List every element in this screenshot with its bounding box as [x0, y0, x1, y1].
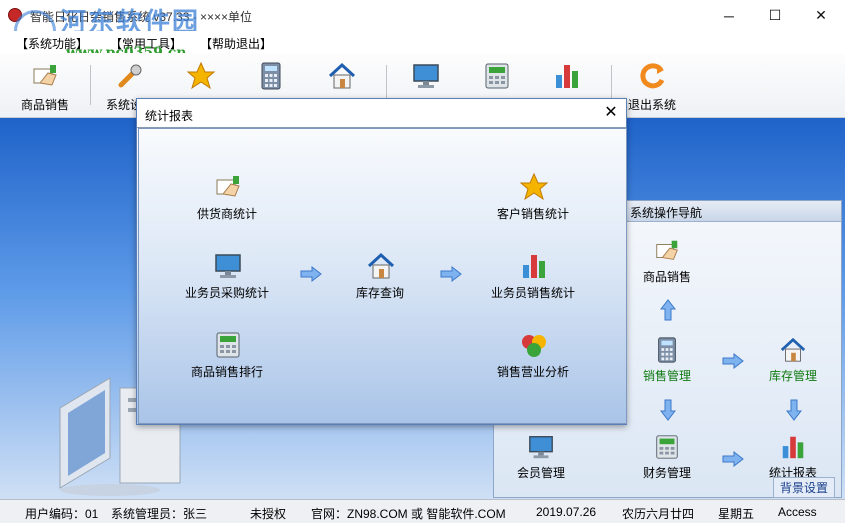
nav-item-label: 库存管理 — [768, 369, 817, 383]
house-icon — [366, 251, 396, 281]
report-label: 商品销售排行 — [190, 365, 263, 379]
arrow-up-icon — [660, 299, 676, 321]
arrow-down-icon — [660, 399, 676, 421]
report-label: 供货商统计 — [196, 207, 257, 221]
nav-item-label: 财务管理 — [642, 466, 691, 480]
status-bar: 用户编码：01 系统管理员：张三 未授权 官网：ZN98.COM 或 智能软件.… — [0, 499, 845, 523]
monitor-icon — [213, 251, 243, 281]
toolbar-sales-button[interactable]: 商品销售 — [15, 53, 75, 115]
arrow-right-icon — [722, 353, 744, 369]
arrow-right-icon — [440, 266, 462, 282]
hand-paper-icon — [213, 172, 243, 202]
maximize-button[interactable]: ☐ — [752, 0, 798, 31]
dialog-close-button[interactable]: ✕ — [600, 102, 622, 124]
status-website: 官网：ZN98.COM 或 智能软件.COM — [311, 507, 506, 521]
arrow-right-icon — [300, 266, 322, 282]
status-weekday: 星期五 — [718, 507, 755, 521]
menu-help-exit[interactable]: 【帮助退出】 — [200, 35, 272, 52]
dialog-title: 统计报表 — [145, 109, 194, 123]
report-product-sales-ranking[interactable]: 商品销售排行 — [177, 330, 277, 380]
nav-item-members[interactable]: 会员管理 — [501, 433, 581, 485]
nav-item-label: 销售管理 — [642, 369, 691, 383]
nav-item-inventory[interactable]: 库存管理 — [753, 336, 833, 388]
statistics-report-dialog: 统计报表 ✕ 供货商统计 客户销售统计 业务员采购统计 库存查询 业务员销售统计… — [136, 98, 627, 425]
calculator-icon — [256, 61, 286, 91]
close-button[interactable]: ✕ — [798, 0, 844, 31]
arrow-down-icon — [786, 399, 802, 421]
background-settings-button[interactable]: 背景设置 — [773, 477, 836, 498]
report-sales-business-analysis[interactable]: 销售营业分析 — [483, 330, 583, 380]
toolbar-label: 商品销售 — [20, 98, 69, 112]
status-database: Access — [778, 505, 817, 519]
report-label: 库存查询 — [355, 286, 404, 300]
navigation-panel-title: 系统操作导航 — [630, 206, 703, 220]
house-icon — [779, 336, 807, 364]
nav-item-sales-management[interactable]: 销售管理 — [627, 336, 707, 388]
nav-item-finance[interactable]: 财务管理 — [627, 433, 707, 485]
report-label: 业务员销售统计 — [490, 286, 575, 300]
nav-item-label: 会员管理 — [516, 466, 565, 480]
calculator-icon — [653, 336, 681, 364]
report-salesman-purchase-stats[interactable]: 业务员采购统计 — [177, 251, 277, 301]
monitor-icon — [411, 61, 441, 91]
cash-register-icon — [213, 330, 243, 360]
toolbar-exit-button[interactable]: 退出系统 — [622, 53, 682, 115]
bar-chart-icon — [519, 251, 549, 281]
nav-item-label: 商品销售 — [642, 270, 691, 284]
report-supplier-stats[interactable]: 供货商统计 — [177, 172, 277, 222]
report-inventory-query[interactable]: 库存查询 — [330, 251, 430, 301]
house-icon — [327, 61, 357, 91]
bar-chart-icon — [552, 61, 582, 91]
status-license: 未授权 — [250, 507, 287, 521]
refresh-exit-icon — [637, 61, 667, 91]
hand-paper-icon — [30, 61, 60, 91]
report-salesman-sales-stats[interactable]: 业务员销售统计 — [483, 251, 583, 301]
report-label: 业务员采购统计 — [184, 286, 269, 300]
monitor-icon — [527, 433, 555, 461]
status-lunar-date: 农历六月廿四 — [622, 507, 695, 521]
star-icon — [519, 172, 549, 202]
nav-item-sales[interactable]: 商品销售 — [627, 237, 707, 289]
report-label: 销售营业分析 — [496, 365, 569, 379]
status-date: 2019.07.26 — [536, 505, 597, 519]
arrow-right-icon — [722, 451, 744, 467]
status-user-code: 用户编码：01 — [25, 507, 99, 521]
minimize-button[interactable]: ─ — [706, 0, 752, 31]
cubes-icon — [519, 330, 549, 360]
cash-register-icon — [653, 433, 681, 461]
dialog-body: 供货商统计 客户销售统计 业务员采购统计 库存查询 业务员销售统计 商品销售排行… — [138, 128, 627, 424]
dialog-title-bar: 统计报表 ✕ — [137, 99, 626, 128]
report-customer-sales-stats[interactable]: 客户销售统计 — [483, 172, 583, 222]
hand-paper-icon — [653, 237, 681, 265]
bar-chart-icon — [779, 433, 807, 461]
report-label: 客户销售统计 — [496, 207, 569, 221]
title-bar: 智能日化日杂销售系统 v37.33 - ××××单位 河东软件园 ─ ☐ ✕ — [0, 0, 845, 52]
status-manager: 系统管理员：张三 — [111, 507, 208, 521]
cash-register-icon — [482, 61, 512, 91]
star-icon — [186, 61, 216, 91]
wrench-icon — [115, 61, 145, 91]
